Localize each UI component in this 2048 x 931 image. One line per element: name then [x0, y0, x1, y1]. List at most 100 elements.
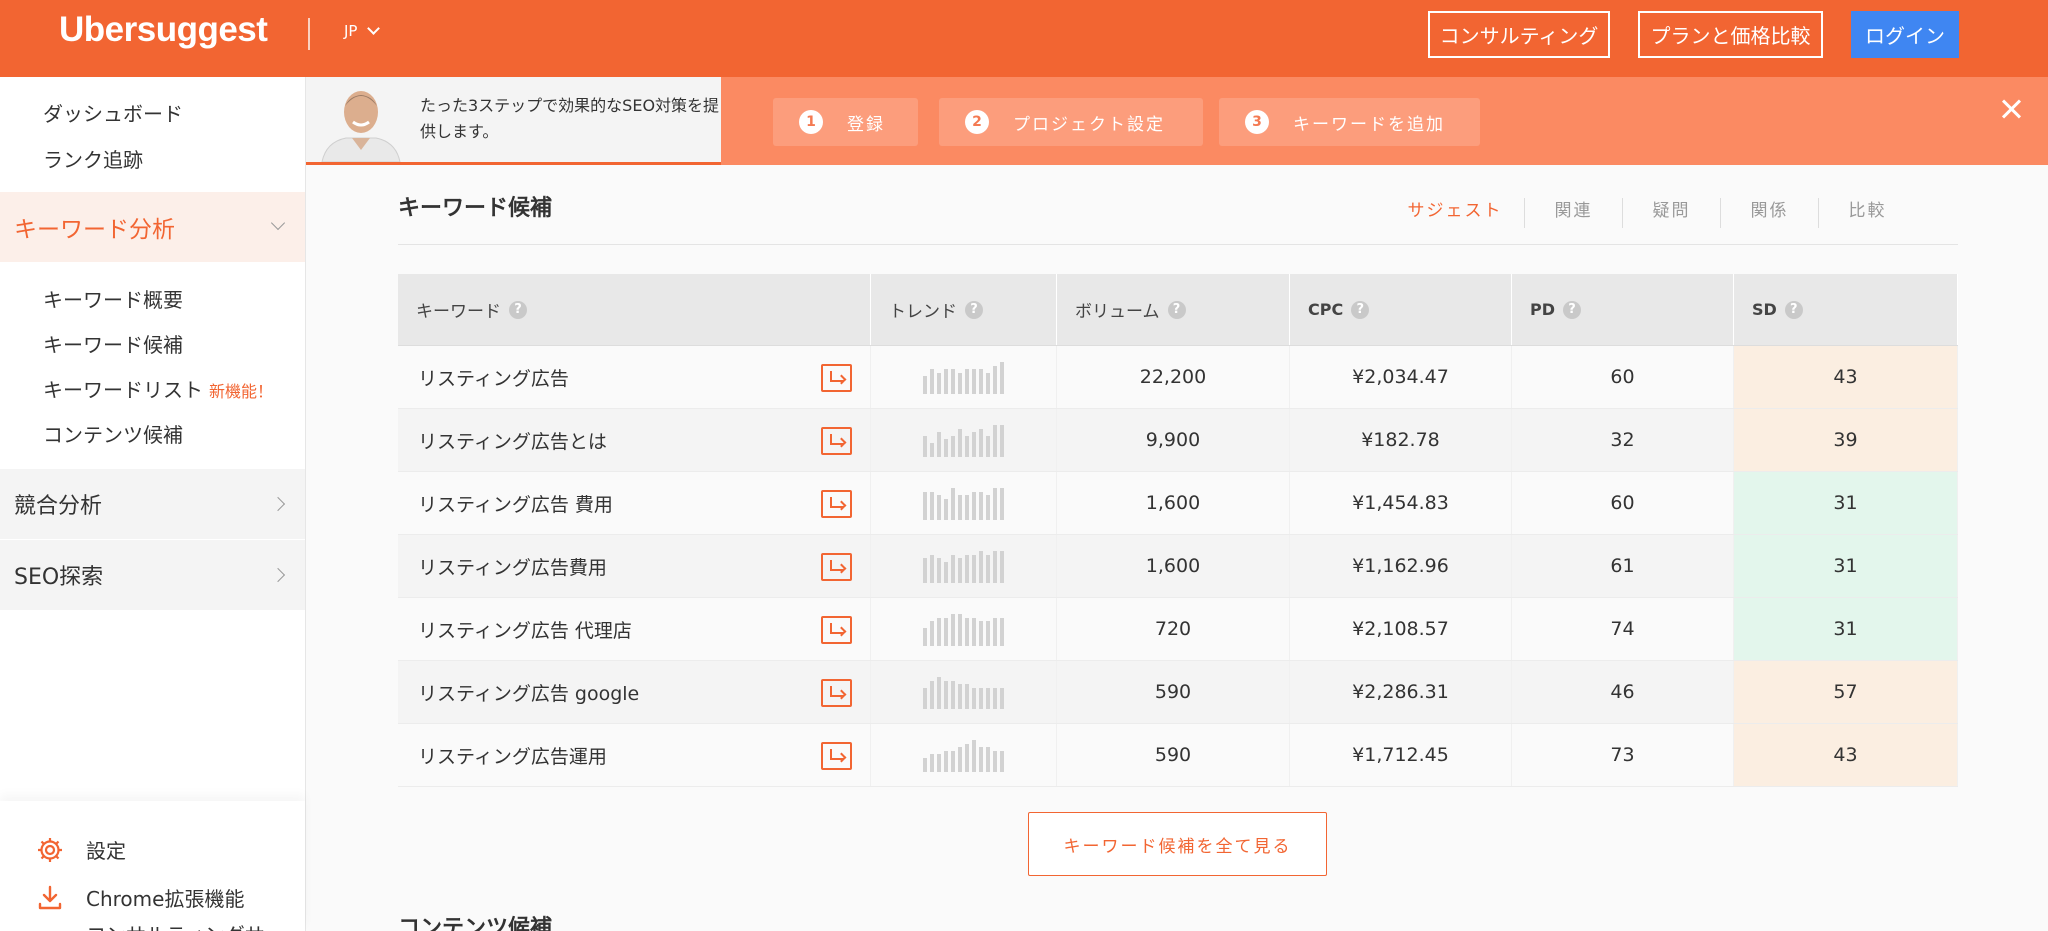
sidebar-section-seo-explore[interactable]: SEO探索	[0, 540, 305, 610]
open-keyword-icon[interactable]	[821, 742, 852, 770]
login-button[interactable]: ログイン	[1851, 11, 1959, 58]
open-keyword-icon[interactable]	[821, 490, 852, 518]
table-row[interactable]: リスティング広告 費用 1,600 ¥1,454.83 60 31	[398, 472, 1958, 535]
keyword-text[interactable]: リスティング広告 費用	[418, 490, 613, 517]
table-row[interactable]: リスティング広告 google 590 ¥2,286.31 46 57	[398, 661, 1958, 724]
trend-bar	[951, 488, 955, 520]
cpc-cell: ¥1,454.83	[1290, 472, 1512, 534]
trend-cell	[871, 409, 1057, 471]
column-header-volume[interactable]: ボリューム?	[1057, 274, 1290, 345]
step-label: 登録	[847, 114, 885, 135]
trend-cell	[871, 472, 1057, 534]
table-row[interactable]: リスティング広告運用 590 ¥1,712.45 73 43	[398, 724, 1958, 787]
column-header-trend[interactable]: トレンド?	[871, 274, 1057, 345]
trend-bar	[965, 744, 969, 772]
trend-bar	[923, 436, 927, 457]
trend-bar	[979, 492, 983, 520]
sidebar-section-keyword-analysis[interactable]: キーワード分析	[0, 192, 305, 262]
trend-bar	[958, 614, 962, 646]
keyword-cell: リスティング広告 google	[398, 661, 871, 723]
keyword-text[interactable]: リスティング広告運用	[418, 742, 607, 769]
language-selector[interactable]: JP	[344, 22, 381, 40]
open-keyword-icon[interactable]	[821, 616, 852, 644]
chrome-extension-label: Chrome拡張機能	[86, 887, 245, 911]
settings-link[interactable]: 設定	[36, 835, 126, 864]
help-icon[interactable]: ?	[965, 300, 983, 319]
column-header-pd[interactable]: PD?	[1512, 274, 1734, 345]
volume-cell: 590	[1057, 661, 1290, 723]
table-row[interactable]: リスティング広告 代理店 720 ¥2,108.57 74 31	[398, 598, 1958, 661]
keyword-text[interactable]: リスティング広告	[418, 364, 569, 391]
column-header-sd[interactable]: SD?	[1734, 274, 1958, 345]
table-row[interactable]: リスティング広告とは 9,900 ¥182.78 32 39	[398, 409, 1958, 472]
table-row[interactable]: リスティング広告費用 1,600 ¥1,162.96 61 31	[398, 535, 1958, 598]
sidebar-item-rank-tracking[interactable]: ランク追跡	[43, 144, 143, 173]
tab-prepositions[interactable]: 関係	[1720, 198, 1818, 228]
tab-related[interactable]: 関連	[1524, 198, 1622, 228]
pd-cell: 46	[1512, 661, 1734, 723]
trend-bar	[958, 429, 962, 457]
open-keyword-icon[interactable]	[821, 364, 852, 392]
sd-cell: 31	[1734, 535, 1958, 597]
tab-suggestions[interactable]: サジェスト	[1386, 198, 1524, 228]
trend-bar	[986, 436, 990, 457]
help-icon[interactable]: ?	[1351, 300, 1370, 319]
sd-cell: 43	[1734, 724, 1958, 786]
cpc-cell: ¥182.78	[1290, 409, 1512, 471]
tab-comparisons[interactable]: 比較	[1818, 198, 1916, 228]
close-icon[interactable]	[1996, 95, 2026, 125]
keyword-text[interactable]: リスティング広告 google	[418, 679, 639, 706]
trend-bar	[979, 369, 983, 394]
keyword-ideas-table: キーワード? トレンド? ボリューム? CPC? PD? SD? リスティング広…	[398, 274, 1958, 787]
keyword-text[interactable]: リスティング広告 代理店	[418, 616, 632, 643]
help-icon[interactable]: ?	[1563, 300, 1582, 319]
volume-cell: 1,600	[1057, 535, 1290, 597]
pd-cell: 60	[1512, 346, 1734, 408]
chrome-extension-link[interactable]: Chrome拡張機能	[36, 883, 244, 912]
consulting-button[interactable]: コンサルティング	[1428, 11, 1610, 58]
step-label: キーワードを追加	[1293, 114, 1445, 135]
table-row[interactable]: リスティング広告 22,200 ¥2,034.47 60 43	[398, 346, 1958, 409]
trend-bar	[944, 618, 948, 646]
help-icon[interactable]: ?	[1167, 300, 1186, 319]
trend-bar	[930, 443, 934, 457]
ubersuggest-logo[interactable]: Ubersuggest	[59, 10, 268, 50]
header-label: トレンド	[889, 302, 957, 322]
sidebar-item-keyword-ideas[interactable]: キーワード候補	[43, 329, 183, 358]
pd-cell: 60	[1512, 472, 1734, 534]
trend-bar	[986, 373, 990, 394]
plans-pricing-button[interactable]: プランと価格比較	[1638, 11, 1823, 58]
chevron-right-icon	[270, 496, 286, 512]
volume-cell: 22,200	[1057, 346, 1290, 408]
onboarding-step-add-keywords[interactable]: 3 キーワードを追加	[1219, 98, 1480, 146]
open-keyword-icon[interactable]	[821, 679, 852, 707]
help-icon[interactable]: ?	[509, 300, 527, 319]
trend-bar	[923, 558, 927, 583]
column-header-cpc[interactable]: CPC?	[1290, 274, 1512, 345]
keyword-text[interactable]: リスティング広告費用	[418, 553, 607, 580]
open-keyword-icon[interactable]	[821, 427, 852, 455]
sidebar-item-keyword-lists[interactable]: キーワードリスト 新機能！	[43, 374, 273, 403]
keyword-text[interactable]: リスティング広告とは	[418, 427, 607, 454]
sidebar-item-keyword-overview[interactable]: キーワード概要	[43, 284, 183, 313]
view-all-keyword-ideas-button[interactable]: キーワード候補を全て見る	[1028, 812, 1327, 876]
column-header-keyword[interactable]: キーワード?	[398, 274, 871, 345]
onboarding-step-project-setup[interactable]: 2 プロジェクト設定	[939, 98, 1203, 146]
trend-bar	[965, 495, 969, 520]
open-keyword-icon[interactable]	[821, 553, 852, 581]
chevron-down-icon	[367, 22, 381, 35]
keyword-cell: リスティング広告運用	[398, 724, 871, 786]
sidebar-item-dashboard[interactable]: ダッシュボード	[43, 98, 183, 127]
help-icon[interactable]: ?	[1784, 300, 1803, 319]
trend-bar	[1000, 618, 1004, 646]
sidebar-section-competitive-analysis[interactable]: 競合分析	[0, 469, 305, 539]
consulting-services-link[interactable]: コンサルティングサ	[86, 919, 265, 931]
trend-bar	[930, 681, 934, 709]
sidebar-item-content-ideas[interactable]: コンテンツ候補	[43, 419, 183, 448]
trend-bar	[979, 621, 983, 646]
onboarding-step-register[interactable]: 1 登録	[773, 98, 918, 146]
tab-questions[interactable]: 疑問	[1622, 198, 1720, 228]
trend-bar	[972, 555, 976, 583]
chevron-right-icon	[270, 567, 286, 583]
trend-bar	[958, 373, 962, 394]
